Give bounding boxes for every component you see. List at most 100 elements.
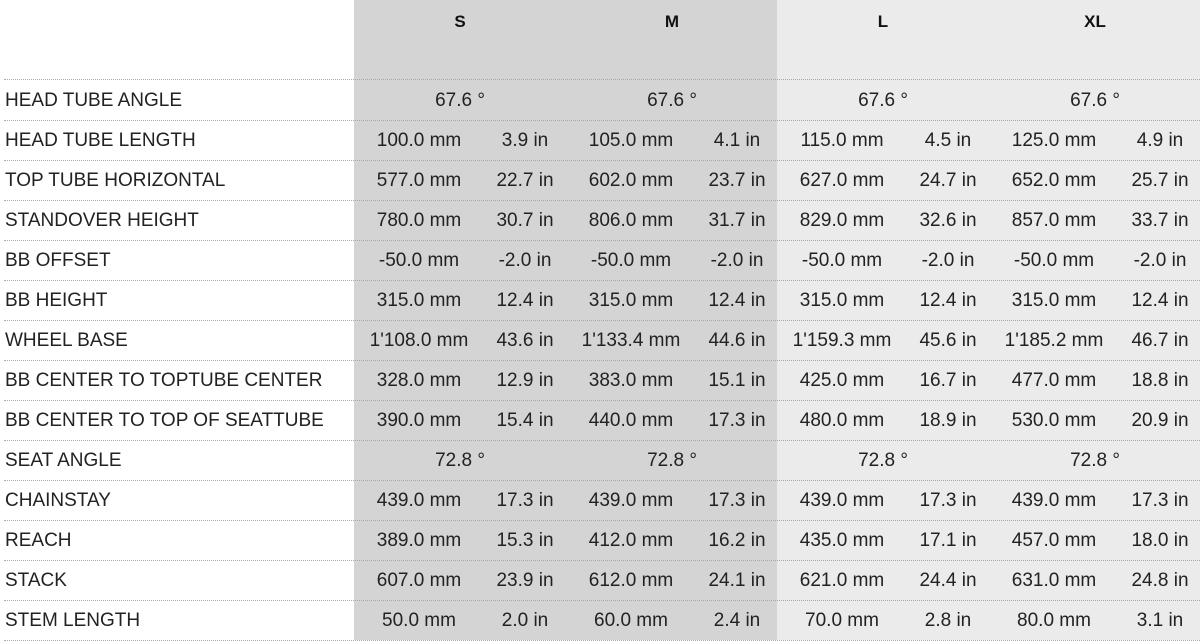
in-value-xl: 4.9 in — [1136, 130, 1184, 151]
in-value-s: 3.9 in — [501, 130, 549, 151]
in-value-m: -2.0 in — [710, 250, 764, 271]
mm-value-m: 439.0 mm — [588, 490, 674, 511]
table-row: HEAD TUBE LENGTH 100.0 mm 3.9 in 105.0 mm 4.… — [0, 121, 1200, 161]
mm-value-s: 390.0 mm — [376, 410, 462, 431]
mm-value-s: 1'108.0 mm — [369, 330, 469, 351]
mm-value-l: 627.0 mm — [799, 170, 885, 191]
mm-value-l: 70.0 mm — [805, 610, 879, 631]
row-label: REACH — [5, 530, 72, 551]
in-value-xl: 18.8 in — [1131, 370, 1189, 391]
table-row: TOP TUBE HORIZONTAL 577.0 mm 22.7 in 602.0 … — [0, 161, 1200, 201]
in-value-xl: 18.0 in — [1131, 530, 1189, 551]
in-value-xl: -2.0 in — [1133, 250, 1187, 271]
mm-value-l: 315.0 mm — [799, 290, 885, 311]
mm-value-m: 383.0 mm — [588, 370, 674, 391]
mm-value-l: -50.0 mm — [801, 250, 883, 271]
mm-value-s: 389.0 mm — [376, 530, 462, 551]
in-value-l: 2.8 in — [924, 610, 972, 631]
header-divider-line — [4, 79, 1200, 80]
angle-value-s: 67.6 ° — [435, 90, 485, 111]
table-row: STEM LENGTH 50.0 mm 2.0 in 60.0 mm 2.4 in 70.… — [0, 601, 1200, 641]
table-row: WHEEL BASE 1'108.0 mm 43.6 in 1'133.4 mm 44.… — [0, 321, 1200, 361]
mm-value-xl: 530.0 mm — [1011, 410, 1097, 431]
table-row: BB OFFSET -50.0 mm -2.0 in -50.0 mm -2.0 in -… — [0, 241, 1200, 281]
table-row: STACK 607.0 mm 23.9 in 612.0 mm 24.1 in 621.0… — [0, 561, 1200, 601]
mm-value-m: 412.0 mm — [588, 530, 674, 551]
in-value-s: 15.3 in — [496, 530, 554, 551]
mm-value-s: 50.0 mm — [382, 610, 456, 631]
angle-value-l: 67.6 ° — [858, 90, 908, 111]
in-value-l: 17.1 in — [919, 530, 977, 551]
in-value-l: 12.4 in — [919, 290, 977, 311]
mm-value-m: 315.0 mm — [588, 290, 674, 311]
angle-value-l: 72.8 ° — [858, 450, 908, 471]
row-label: BB HEIGHT — [5, 290, 108, 311]
mm-value-xl: 631.0 mm — [1011, 570, 1097, 591]
geometry-table: S M L XL HEAD TUBE ANGLE 67.6 ° 67.6 ° 67.6… — [0, 0, 1200, 641]
in-value-m: 2.4 in — [713, 610, 761, 631]
in-value-s: -2.0 in — [498, 250, 552, 271]
in-value-m: 24.1 in — [708, 570, 766, 591]
row-label: BB CENTER TO TOP OF SEATTUBE — [5, 410, 324, 431]
size-header-l: L — [877, 12, 889, 31]
table-row: BB CENTER TO TOPTUBE CENTER 328.0 mm 12.9 … — [0, 361, 1200, 401]
in-value-s: 12.9 in — [496, 370, 554, 391]
in-value-s: 22.7 in — [496, 170, 554, 191]
row-label: CHAINSTAY — [5, 490, 111, 511]
in-value-s: 23.9 in — [496, 570, 554, 591]
angle-value-xl: 67.6 ° — [1070, 90, 1120, 111]
in-value-s: 30.7 in — [496, 210, 554, 231]
mm-value-xl: 857.0 mm — [1011, 210, 1097, 231]
mm-value-l: 439.0 mm — [799, 490, 885, 511]
mm-value-xl: 652.0 mm — [1011, 170, 1097, 191]
in-value-xl: 17.3 in — [1131, 490, 1189, 511]
mm-value-m: -50.0 mm — [590, 250, 672, 271]
in-value-s: 15.4 in — [496, 410, 554, 431]
in-value-l: 17.3 in — [919, 490, 977, 511]
in-value-m: 15.1 in — [708, 370, 766, 391]
mm-value-s: -50.0 mm — [378, 250, 460, 271]
table-row: HEAD TUBE ANGLE 67.6 ° 67.6 ° 67.6 ° 67.6 ° — [0, 81, 1200, 121]
row-label: STANDOVER HEIGHT — [5, 210, 199, 231]
row-label: SEAT ANGLE — [5, 450, 122, 471]
in-value-l: 18.9 in — [919, 410, 977, 431]
mm-value-l: 829.0 mm — [799, 210, 885, 231]
mm-value-xl: 125.0 mm — [1011, 130, 1097, 151]
size-header-s: S — [454, 12, 466, 31]
size-header-m: M — [664, 12, 680, 31]
row-label: STACK — [5, 570, 67, 591]
row-label: BB OFFSET — [5, 250, 111, 271]
in-value-s: 17.3 in — [496, 490, 554, 511]
table-row: REACH 389.0 mm 15.3 in 412.0 mm 16.2 in 435.0… — [0, 521, 1200, 561]
mm-value-m: 105.0 mm — [588, 130, 674, 151]
mm-value-m: 1'133.4 mm — [581, 330, 681, 351]
angle-value-xl: 72.8 ° — [1070, 450, 1120, 471]
mm-value-xl: 80.0 mm — [1017, 610, 1091, 631]
in-value-xl: 20.9 in — [1131, 410, 1189, 431]
mm-value-l: 435.0 mm — [799, 530, 885, 551]
angle-value-m: 67.6 ° — [647, 90, 697, 111]
table-row: STANDOVER HEIGHT 780.0 mm 30.7 in 806.0 mm 3… — [0, 201, 1200, 241]
table-row: SEAT ANGLE 72.8 ° 72.8 ° 72.8 ° 72.8 ° — [0, 441, 1200, 481]
mm-value-xl: 457.0 mm — [1011, 530, 1097, 551]
mm-value-s: 607.0 mm — [376, 570, 462, 591]
in-value-xl: 24.8 in — [1131, 570, 1189, 591]
mm-value-s: 439.0 mm — [376, 490, 462, 511]
in-value-xl: 25.7 in — [1131, 170, 1189, 191]
in-value-l: 16.7 in — [919, 370, 977, 391]
mm-value-m: 806.0 mm — [588, 210, 674, 231]
mm-value-xl: 315.0 mm — [1011, 290, 1097, 311]
in-value-s: 43.6 in — [496, 330, 554, 351]
mm-value-m: 60.0 mm — [594, 610, 668, 631]
in-value-m: 16.2 in — [708, 530, 766, 551]
in-value-m: 4.1 in — [713, 130, 761, 151]
mm-value-m: 602.0 mm — [588, 170, 674, 191]
in-value-xl: 3.1 in — [1136, 610, 1184, 631]
row-label: TOP TUBE HORIZONTAL — [5, 170, 226, 191]
in-value-l: 24.4 in — [919, 570, 977, 591]
mm-value-xl: -50.0 mm — [1013, 250, 1095, 271]
mm-value-l: 480.0 mm — [799, 410, 885, 431]
row-label: WHEEL BASE — [5, 330, 128, 351]
in-value-l: 24.7 in — [919, 170, 977, 191]
in-value-s: 12.4 in — [496, 290, 554, 311]
